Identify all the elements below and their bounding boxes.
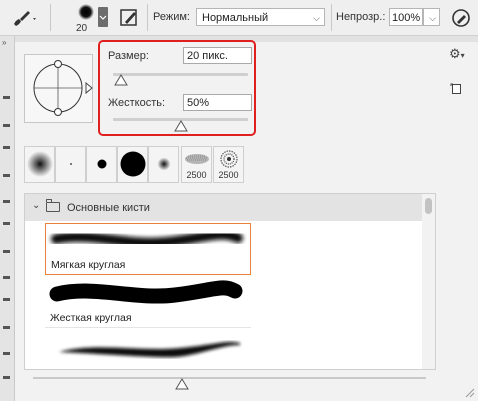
- small-soft-round-preset-icon: [157, 157, 171, 171]
- brush-list: ⌄ Основные кисти Мягкая круглая Жесткая …: [24, 193, 436, 370]
- tool-icon[interactable]: [3, 124, 10, 127]
- size-slider-track[interactable]: [113, 73, 248, 76]
- brush-name: Жесткая круглая: [50, 312, 132, 324]
- brush-angle-roundness-preview[interactable]: [24, 54, 93, 123]
- preset-item[interactable]: [148, 146, 179, 183]
- tool-icon[interactable]: [3, 174, 10, 177]
- tool-icon[interactable]: [3, 298, 10, 301]
- tool-icon[interactable]: [3, 200, 10, 203]
- tapered-stroke-preview: [59, 341, 240, 358]
- tool-icon[interactable]: [3, 276, 10, 279]
- preview-size-slider-thumb[interactable]: [175, 378, 190, 390]
- hardness-label: Жесткость:: [108, 97, 166, 109]
- tool-icon[interactable]: [3, 326, 10, 329]
- tool-icon[interactable]: [3, 96, 10, 99]
- tools-strip: »: [0, 36, 15, 401]
- preset-item[interactable]: [24, 146, 55, 183]
- preset-item[interactable]: [117, 146, 148, 183]
- pressure-opacity-icon[interactable]: [450, 7, 472, 29]
- tool-icon[interactable]: [3, 352, 10, 355]
- soft-round-stroke-preview: [51, 229, 243, 248]
- mode-label: Режим:: [153, 11, 190, 23]
- size-value: 20 пикс.: [187, 50, 228, 62]
- brush-item-soft-round[interactable]: Мягкая круглая: [45, 223, 251, 275]
- hardness-input[interactable]: 50%: [183, 94, 252, 111]
- separator: [147, 4, 148, 31]
- tool-icon[interactable]: [3, 222, 10, 225]
- hardness-value: 50%: [187, 97, 210, 109]
- brush-settings-toggle-icon[interactable]: [118, 6, 140, 28]
- folder-icon: [46, 199, 60, 212]
- brush-size-readout: 20: [76, 23, 88, 34]
- brush-item-pressure-soft[interactable]: [45, 330, 251, 369]
- small-hard-round-preset-icon: [97, 159, 107, 169]
- size-input[interactable]: 20 пикс.: [183, 47, 252, 64]
- preset-item[interactable]: [55, 146, 86, 183]
- mode-select-value: Нормальный: [202, 12, 269, 24]
- scrollbar-thumb[interactable]: [425, 198, 432, 214]
- vertical-scrollbar[interactable]: [422, 194, 435, 369]
- opacity-label: Непрозр.:: [336, 11, 386, 23]
- preset-item[interactable]: 2500: [181, 146, 212, 183]
- chevron-down-icon: ⌵: [313, 13, 320, 23]
- preset-item[interactable]: 2500: [213, 146, 244, 183]
- brush-preset-picker[interactable]: 20: [66, 1, 108, 34]
- hard-round-stroke-preview: [49, 280, 243, 304]
- mode-select[interactable]: Нормальный ⌵: [196, 8, 325, 26]
- opacity-field[interactable]: 100%: [389, 8, 423, 26]
- preset-item[interactable]: [86, 146, 117, 183]
- size-slider-thumb[interactable]: [114, 74, 128, 86]
- hardness-slider-thumb[interactable]: [173, 120, 188, 132]
- collapse-icon[interactable]: »: [2, 38, 6, 47]
- brush-item-hard-round[interactable]: Жесткая круглая: [45, 276, 251, 328]
- tool-icon[interactable]: [3, 146, 10, 149]
- chevron-down-icon[interactable]: ⌄: [32, 200, 40, 211]
- gear-icon[interactable]: ⚙▾: [449, 46, 465, 62]
- brush-group-name: Основные кисти: [67, 202, 150, 214]
- new-preset-icon[interactable]: [450, 83, 462, 95]
- chevron-down-icon: ⌵: [429, 13, 436, 23]
- preset-spacing-label: 2500: [218, 170, 239, 180]
- preview-size-slider-track[interactable]: [33, 377, 426, 379]
- chevron-down-icon[interactable]: [98, 7, 108, 27]
- brush-group-header[interactable]: ⌄ Основные кисти: [25, 194, 423, 221]
- separator: [331, 4, 332, 31]
- tool-icon[interactable]: [3, 250, 10, 253]
- options-bar: 20 Режим: Нормальный ⌵ Непрозр.: 100% ⌵: [0, 0, 478, 36]
- large-hard-round-preset-icon: [120, 151, 146, 177]
- separator: [50, 4, 51, 31]
- opacity-dropdown-button[interactable]: ⌵: [423, 8, 440, 26]
- brush-tool-icon[interactable]: [8, 7, 38, 29]
- preset-spacing-label: 2500: [186, 170, 207, 180]
- size-label: Размер:: [108, 50, 149, 62]
- opacity-value: 100%: [392, 12, 421, 24]
- tool-icon[interactable]: [3, 376, 10, 379]
- soft-round-brush-preset-icon: [27, 151, 53, 177]
- recent-presets-row: 2500 2500: [24, 146, 250, 185]
- tiny-dot-brush-preset-icon: [70, 163, 72, 165]
- brush-name: Мягкая круглая: [51, 259, 126, 271]
- resize-grip-icon[interactable]: [463, 386, 475, 398]
